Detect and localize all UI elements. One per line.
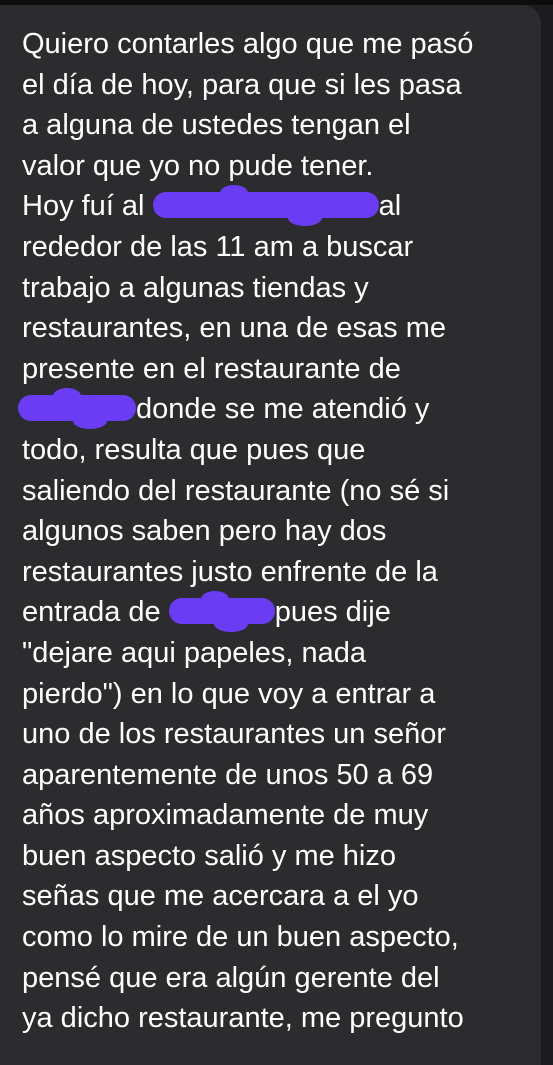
message-line: a alguna de ustedes tengan el (22, 109, 411, 142)
message-line: pensé que era algún gerente del (22, 961, 440, 994)
message-line: entrada de pues dije (22, 590, 391, 632)
message-line: Hoy fuí al al (22, 184, 402, 226)
message-line: uno de los restaurantes un señor (22, 718, 446, 751)
message-line: valor que yo no pude tener. (22, 149, 374, 182)
redaction-scribble (152, 184, 379, 226)
message-line: pierdo") en lo que voy a entrar a (22, 677, 436, 710)
message-line: rededor de las 11 am a buscar (22, 230, 414, 263)
redaction-scribble (18, 387, 136, 429)
message-line: Quiero contarles algo que me pasó (22, 28, 474, 60)
message-line: ya dicho restaurante, me pregunto (22, 1002, 464, 1035)
message-text: Quiero contarles algo que me pasó el día… (18, 24, 474, 1039)
message-line: restaurantes, en una de esas me (22, 312, 446, 345)
message-line: restaurantes justo enfrente de la (22, 555, 438, 588)
redaction-scribble (168, 590, 275, 632)
message-line: el día de hoy, para que si les pasa (22, 68, 462, 101)
message-line: algunos saben pero hay dos (22, 515, 387, 548)
message-bubble[interactable]: Quiero contarles algo que me pasó el día… (0, 5, 541, 1065)
message-line: todo, resulta que pues que (22, 433, 366, 466)
message-line: buen aspecto salió y me hizo (22, 839, 396, 872)
message-line: años aproximadamente de muy (22, 799, 429, 832)
message-line: trabajo a algunas tiendas y (22, 271, 369, 304)
message-line: aparentemente de unos 50 a 69 (22, 758, 434, 791)
message-line: señas que me acercara a el yo (22, 880, 419, 913)
message-line: donde se me atendió y (18, 387, 473, 430)
message-line: saliendo del restaurante (no sé si (22, 474, 450, 507)
message-line: como lo mire de un buen aspecto, (22, 921, 459, 954)
message-line: "dejare aqui papeles, nada (22, 636, 367, 669)
message-line: presente en el restaurante de (22, 352, 401, 385)
